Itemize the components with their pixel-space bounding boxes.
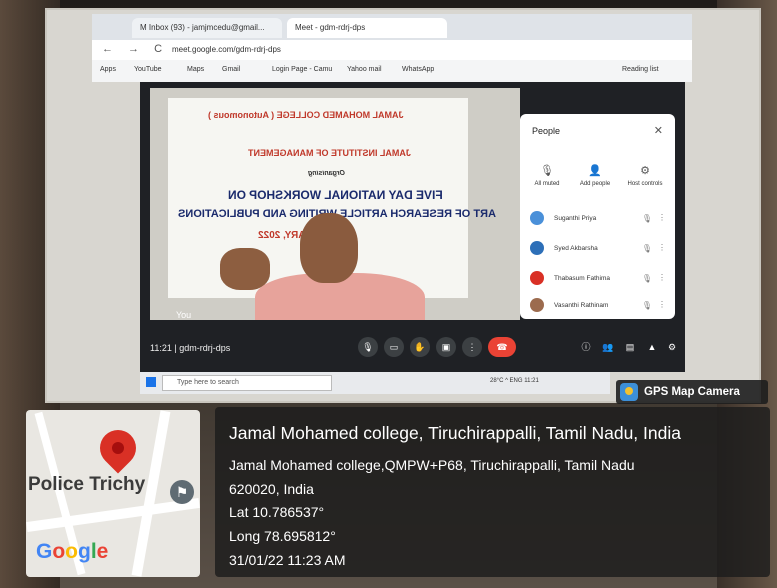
self-label: You bbox=[176, 310, 192, 320]
banner-workshop: FIVE DAY NATIONAL WORKSHOP ON bbox=[228, 188, 443, 202]
mic-off-icon: 🎙 bbox=[641, 214, 652, 223]
participant-row[interactable]: Thabasum Fathima 🎙 ⋮ bbox=[530, 269, 670, 291]
avatar bbox=[530, 241, 544, 255]
taskbar-search-input[interactable]: Type here to search bbox=[162, 375, 332, 391]
bookmark-apps[interactable]: Apps bbox=[100, 66, 116, 73]
bookmarks-bar: Apps YouTube Maps Gmail Login Page - Cam… bbox=[92, 60, 692, 82]
present-button[interactable]: ▣ bbox=[436, 337, 456, 357]
chat-icon[interactable]: ▤ bbox=[620, 337, 640, 357]
host-controls-icon: ⚙ bbox=[640, 165, 650, 177]
speaker-video: JAMAL MOHAMED COLLEGE ( Autonomous ) JAM… bbox=[150, 88, 520, 320]
datetime: 31/01/22 11:23 AM bbox=[229, 552, 346, 568]
mic-off-icon: 🎙 bbox=[641, 274, 652, 283]
location-info-panel: Jamal Mohamed college, Tiruchirappalli, … bbox=[215, 407, 770, 577]
meeting-code: 11:21 | gdm-rdrj-dps bbox=[150, 343, 231, 353]
meet-control-bar: 11:21 | gdm-rdrj-dps 🎙 ▭ ✋ ▣ ⋮ ☎ ⓘ 👥 ▤ ▲… bbox=[140, 327, 685, 367]
add-person-icon: 👤 bbox=[588, 165, 602, 177]
avatar bbox=[530, 211, 544, 225]
speaker-head bbox=[300, 213, 358, 283]
url-text: meet.google.com/gdm-rdrj-dps bbox=[172, 45, 281, 54]
bookmark-gmail[interactable]: Gmail bbox=[222, 66, 240, 73]
bookmark-maps[interactable]: Maps bbox=[187, 66, 204, 73]
windows-taskbar: Type here to search 28°C ^ ENG 11:21 bbox=[140, 372, 610, 394]
nav-buttons-icon[interactable]: ← → C bbox=[102, 43, 168, 55]
tab-gmail[interactable]: M Inbox (93) - jamjmcedu@gmail... bbox=[132, 18, 282, 38]
activities-icon[interactable]: ▲ bbox=[642, 337, 662, 357]
people-panel: People ✕ 🎙 All muted 👤 Add people ⚙ Host co… bbox=[520, 114, 675, 319]
speaker-hand bbox=[220, 248, 270, 290]
more-options-button[interactable]: ⋮ bbox=[462, 337, 482, 357]
longitude: Long 78.695812° bbox=[229, 528, 336, 544]
bookmark-youtube[interactable]: YouTube bbox=[134, 66, 162, 73]
location-pin-dot bbox=[112, 442, 124, 454]
all-muted-button[interactable]: 🎙 All muted bbox=[522, 164, 572, 187]
browser-tab-strip: M Inbox (93) - jamjmcedu@gmail... Meet -… bbox=[92, 14, 692, 40]
participant-row[interactable]: Vasanthi Rathinam 🎙 ⋮ bbox=[530, 296, 670, 318]
map-place-label: Police Trichy bbox=[28, 474, 146, 495]
mic-off-icon: 🎙 bbox=[641, 301, 652, 310]
bookmark-yahoo[interactable]: Yahoo mail bbox=[347, 66, 382, 73]
add-people-button[interactable]: 👤 Add people bbox=[570, 164, 620, 187]
reading-list[interactable]: Reading list bbox=[622, 66, 659, 73]
mic-off-icon: 🎙 bbox=[641, 244, 652, 253]
more-icon[interactable]: ⋮ bbox=[658, 300, 666, 309]
banner-institute: JAMAL INSTITUTE OF MANAGEMENT bbox=[248, 148, 411, 158]
map-road bbox=[26, 497, 200, 533]
gps-camera-icon bbox=[620, 383, 638, 401]
bookmark-whatsapp[interactable]: WhatsApp bbox=[402, 66, 434, 73]
host-controls-button[interactable]: ⚙ Host controls bbox=[620, 164, 670, 187]
avatar bbox=[530, 298, 544, 312]
police-marker-icon: ⚑ bbox=[170, 480, 194, 504]
tab-meet[interactable]: Meet - gdm-rdrj-dps bbox=[287, 18, 447, 38]
google-logo: Google bbox=[36, 540, 109, 563]
meet-window: JAMAL MOHAMED COLLEGE ( Autonomous ) JAM… bbox=[140, 82, 685, 372]
windows-start-icon[interactable] bbox=[146, 377, 156, 387]
address-bar[interactable]: ← → C meet.google.com/gdm-rdrj-dps bbox=[92, 40, 692, 60]
info-icon[interactable]: ⓘ bbox=[576, 337, 596, 357]
raise-hand-button[interactable]: ✋ bbox=[410, 337, 430, 357]
participant-row[interactable]: Suganthi Priya 🎙 ⋮ bbox=[530, 209, 670, 231]
bookmark-camu[interactable]: Login Page - Camu bbox=[272, 66, 332, 73]
people-icon[interactable]: 👥 bbox=[598, 337, 618, 357]
avatar bbox=[530, 271, 544, 285]
mute-all-icon: 🎙 bbox=[540, 165, 554, 177]
end-call-button[interactable]: ☎ bbox=[488, 337, 516, 357]
location-map: Police Trichy ⚑ Google bbox=[26, 410, 200, 577]
more-icon[interactable]: ⋮ bbox=[658, 243, 666, 252]
participant-row[interactable]: Syed Akbarsha 🎙 ⋮ bbox=[530, 239, 670, 261]
gps-camera-badge: GPS Map Camera bbox=[616, 380, 768, 404]
camera-button[interactable]: ▭ bbox=[384, 337, 404, 357]
people-title: People bbox=[532, 126, 561, 136]
mic-button[interactable]: 🎙 bbox=[358, 337, 378, 357]
more-icon[interactable]: ⋮ bbox=[658, 273, 666, 282]
system-tray: 28°C ^ ENG 11:21 bbox=[490, 378, 539, 384]
more-icon[interactable]: ⋮ bbox=[658, 213, 666, 222]
location-title: Jamal Mohamed college, Tiruchirappalli, … bbox=[229, 423, 681, 443]
address-line-1: Jamal Mohamed college,QMPW+P68, Tiruchir… bbox=[229, 457, 635, 473]
host-icon[interactable]: ⚙ bbox=[662, 337, 682, 357]
banner-college: JAMAL MOHAMED COLLEGE ( Autonomous ) bbox=[208, 110, 404, 120]
banner-organising: Organising bbox=[308, 170, 345, 177]
close-icon[interactable]: ✕ bbox=[654, 124, 663, 137]
latitude: Lat 10.786537° bbox=[229, 504, 325, 520]
address-line-2: 620020, India bbox=[229, 481, 314, 497]
